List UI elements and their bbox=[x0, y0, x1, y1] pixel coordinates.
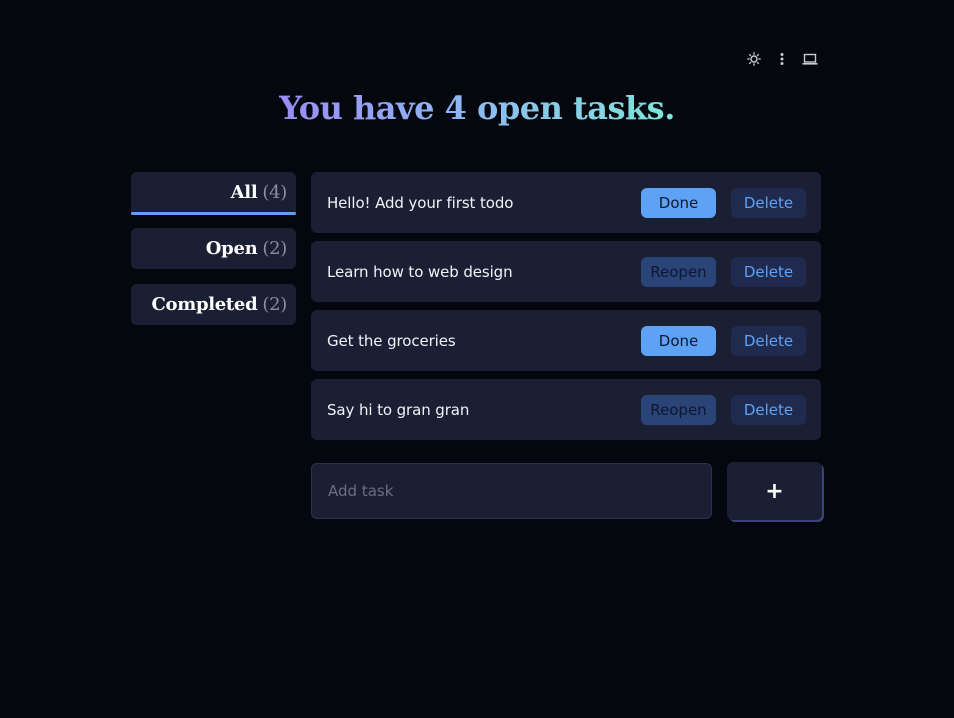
tab-count: (2) bbox=[262, 238, 287, 259]
sun-icon[interactable] bbox=[744, 49, 764, 69]
delete-button[interactable]: Delete bbox=[731, 325, 806, 356]
delete-button[interactable]: Delete bbox=[731, 187, 806, 218]
add-task-input[interactable] bbox=[311, 463, 712, 519]
todo-item: Get the groceries Done Delete bbox=[311, 310, 821, 371]
todo-item: Learn how to web design Reopen Delete bbox=[311, 241, 821, 302]
tab-label: Completed bbox=[151, 294, 258, 315]
add-task-form: + bbox=[311, 462, 823, 520]
theme-switcher bbox=[744, 49, 820, 69]
tab-open[interactable]: Open (2) bbox=[131, 228, 296, 269]
todo-text: Say hi to gran gran bbox=[327, 400, 470, 419]
tab-all[interactable]: All (4) bbox=[131, 172, 296, 215]
todo-text: Hello! Add your first todo bbox=[327, 193, 514, 212]
add-task-button[interactable]: + bbox=[727, 462, 822, 520]
delete-button[interactable]: Delete bbox=[731, 256, 806, 287]
todo-text: Get the groceries bbox=[327, 331, 456, 350]
tab-label: All bbox=[230, 182, 258, 203]
filter-tabs: All (4) Open (2) Completed (2) bbox=[131, 172, 296, 340]
reopen-button[interactable]: Reopen bbox=[641, 256, 716, 287]
delete-button[interactable]: Delete bbox=[731, 394, 806, 425]
reopen-button[interactable]: Reopen bbox=[641, 394, 716, 425]
tab-count: (4) bbox=[262, 182, 287, 203]
done-button[interactable]: Done bbox=[641, 187, 716, 218]
more-vertical-icon[interactable] bbox=[772, 49, 792, 69]
page-title: You have 4 open tasks. bbox=[0, 86, 954, 130]
tab-label: Open bbox=[205, 238, 258, 259]
tab-completed[interactable]: Completed (2) bbox=[131, 284, 296, 325]
laptop-icon[interactable] bbox=[800, 49, 820, 69]
headline-text: You have 4 open tasks. bbox=[279, 89, 675, 127]
todo-text: Learn how to web design bbox=[327, 262, 513, 281]
todo-item: Hello! Add your first todo Done Delete bbox=[311, 172, 821, 233]
tab-count: (2) bbox=[262, 294, 287, 315]
done-button[interactable]: Done bbox=[641, 325, 716, 356]
todo-list: Hello! Add your first todo Done Delete L… bbox=[311, 172, 821, 448]
todo-item: Say hi to gran gran Reopen Delete bbox=[311, 379, 821, 440]
